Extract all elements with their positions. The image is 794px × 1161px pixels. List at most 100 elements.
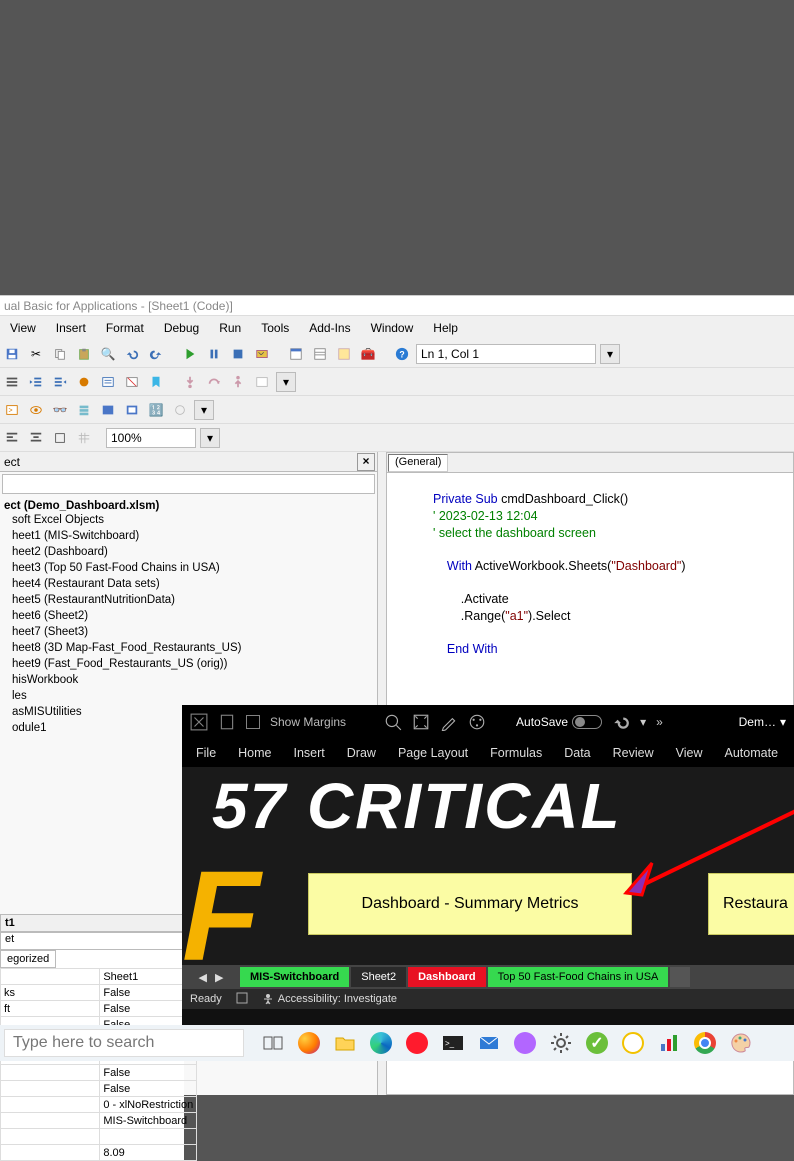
draw-icon[interactable] — [468, 713, 486, 731]
page-setup-icon[interactable] — [218, 713, 236, 731]
step-out-icon[interactable] — [228, 372, 248, 392]
center-icon[interactable] — [26, 428, 46, 448]
code-editor[interactable]: Private Sub cmdDashboard_Click() ' 2023-… — [387, 473, 793, 664]
sheet-tab-more[interactable] — [670, 967, 690, 987]
app-purple-icon[interactable] — [512, 1030, 538, 1056]
sheet-item[interactable]: heet4 (Restaurant Data sets) — [4, 576, 377, 592]
indent-icon[interactable] — [50, 372, 70, 392]
status-accessibility[interactable]: Accessibility: Investigate — [278, 993, 397, 1005]
project-explorer-icon[interactable] — [286, 344, 306, 364]
code-object-dropdown[interactable]: (General) — [388, 454, 448, 472]
position-dropdown-icon[interactable]: ▾ — [600, 344, 620, 364]
ribbon-tab-insert[interactable]: Insert — [294, 746, 325, 760]
tab-nav-prev-icon[interactable]: ◀ — [199, 971, 207, 984]
firefox-icon[interactable] — [296, 1030, 322, 1056]
menu-addins[interactable]: Add-Ins — [301, 319, 358, 337]
fit-page-icon[interactable] — [412, 713, 430, 731]
sheet-item[interactable]: heet5 (RestaurantNutritionData) — [4, 592, 377, 608]
app-chart-icon[interactable] — [656, 1030, 682, 1056]
restaurant-button[interactable]: Restaura — [708, 873, 794, 935]
overflow-icon[interactable]: » — [656, 715, 663, 729]
ribbon-tab-data[interactable]: Data — [564, 746, 590, 760]
menu-debug[interactable]: Debug — [156, 319, 207, 337]
save-icon[interactable] — [2, 344, 22, 364]
quick-watch-icon[interactable]: 👓 — [50, 400, 70, 420]
object-browser-icon[interactable] — [334, 344, 354, 364]
align-left-icon[interactable] — [2, 428, 22, 448]
project-group[interactable]: soft Excel Objects — [4, 512, 377, 528]
modules-group[interactable]: les — [4, 688, 377, 704]
menu-help[interactable]: Help — [425, 319, 466, 337]
outdent-icon[interactable] — [26, 372, 46, 392]
sheet-tab-sheet2[interactable]: Sheet2 — [351, 967, 406, 987]
ribbon-tab-pagelayout[interactable]: Page Layout — [398, 746, 468, 760]
sheet-item[interactable]: heet2 (Dashboard) — [4, 544, 377, 560]
chevron-down-icon[interactable]: ▾ — [640, 715, 646, 729]
menu-format[interactable]: Format — [98, 319, 152, 337]
ribbon-tab-automate[interactable]: Automate — [725, 746, 779, 760]
sheet-tab-top50[interactable]: Top 50 Fast-Food Chains in USA — [488, 967, 669, 987]
grid-icon[interactable] — [74, 428, 94, 448]
references-icon[interactable] — [122, 400, 142, 420]
menu-window[interactable]: Window — [363, 319, 422, 337]
properties-tab-categorized[interactable]: egorized — [0, 950, 56, 968]
ribbon-tab-review[interactable]: Review — [613, 746, 654, 760]
sheet-item[interactable]: heet7 (Sheet3) — [4, 624, 377, 640]
watch-window-icon[interactable] — [26, 400, 46, 420]
task-view-icon[interactable] — [260, 1030, 286, 1056]
excel-worksheet[interactable]: F 57 CRITICAL Dashboard - Summary Metric… — [182, 767, 794, 965]
comment-block-icon[interactable] — [98, 372, 118, 392]
ribbon-tab-formulas[interactable]: Formulas — [490, 746, 542, 760]
toolbar-overflow-2-icon[interactable]: ▾ — [194, 400, 214, 420]
chrome-icon[interactable] — [692, 1030, 718, 1056]
app-palette-icon[interactable] — [728, 1030, 754, 1056]
copy-icon[interactable] — [50, 344, 70, 364]
breakpoint-icon[interactable] — [74, 372, 94, 392]
menu-run[interactable]: Run — [211, 319, 249, 337]
toolbox-icon[interactable]: 🧰 — [358, 344, 378, 364]
step-into-icon[interactable] — [180, 372, 200, 392]
pen-icon[interactable] — [440, 713, 458, 731]
misc-tool-icon[interactable] — [170, 400, 190, 420]
zoom-icon[interactable] — [384, 713, 402, 731]
bookmark-icon[interactable] — [146, 372, 166, 392]
app-yellow-icon[interactable] — [620, 1030, 646, 1056]
project-dropdown[interactable] — [2, 474, 375, 494]
list-members-icon[interactable] — [2, 372, 22, 392]
sheet-item[interactable]: hisWorkbook — [4, 672, 377, 688]
autosave-toggle[interactable]: AutoSave — [516, 715, 602, 729]
dashboard-button[interactable]: Dashboard - Summary Metrics — [308, 873, 632, 935]
compile-icon[interactable] — [98, 400, 118, 420]
sheet-item[interactable]: heet6 (Sheet2) — [4, 608, 377, 624]
call-stack-icon[interactable] — [74, 400, 94, 420]
file-explorer-icon[interactable] — [332, 1030, 358, 1056]
sheet-item[interactable]: heet1 (MIS-Switchboard) — [4, 528, 377, 544]
paste-icon[interactable] — [74, 344, 94, 364]
break-icon[interactable] — [204, 344, 224, 364]
ribbon-tab-draw[interactable]: Draw — [347, 746, 376, 760]
ribbon-tab-home[interactable]: Home — [238, 746, 271, 760]
ribbon-tab-view[interactable]: View — [676, 746, 703, 760]
zoom-dropdown-icon[interactable]: ▾ — [200, 428, 220, 448]
close-preview-icon[interactable] — [190, 713, 208, 731]
close-icon[interactable]: × — [357, 453, 375, 471]
immediate-window-icon[interactable]: > — [2, 400, 22, 420]
design-mode-icon[interactable] — [252, 344, 272, 364]
cut-icon[interactable]: ✂ — [26, 344, 46, 364]
edge-icon[interactable] — [368, 1030, 394, 1056]
taskbar-search[interactable]: Type here to search — [4, 1029, 244, 1057]
project-tree[interactable]: ect (Demo_Dashboard.xlsm) soft Excel Obj… — [0, 496, 377, 736]
menu-tools[interactable]: Tools — [253, 319, 297, 337]
mail-icon[interactable] — [476, 1030, 502, 1056]
size-icon[interactable] — [50, 428, 70, 448]
menu-view[interactable]: View — [2, 319, 44, 337]
app-green-check-icon[interactable]: ✓ — [584, 1030, 610, 1056]
sheet-tab-mis[interactable]: MIS-Switchboard — [240, 967, 349, 987]
zoom-select[interactable] — [106, 428, 196, 448]
tab-nav-next-icon[interactable]: ▶ — [215, 971, 223, 984]
properties-object-dropdown[interactable]: et — [0, 932, 184, 950]
tab-order-icon[interactable]: 🔢 — [146, 400, 166, 420]
opera-icon[interactable] — [404, 1030, 430, 1056]
settings-icon[interactable] — [548, 1030, 574, 1056]
uncomment-block-icon[interactable] — [122, 372, 142, 392]
